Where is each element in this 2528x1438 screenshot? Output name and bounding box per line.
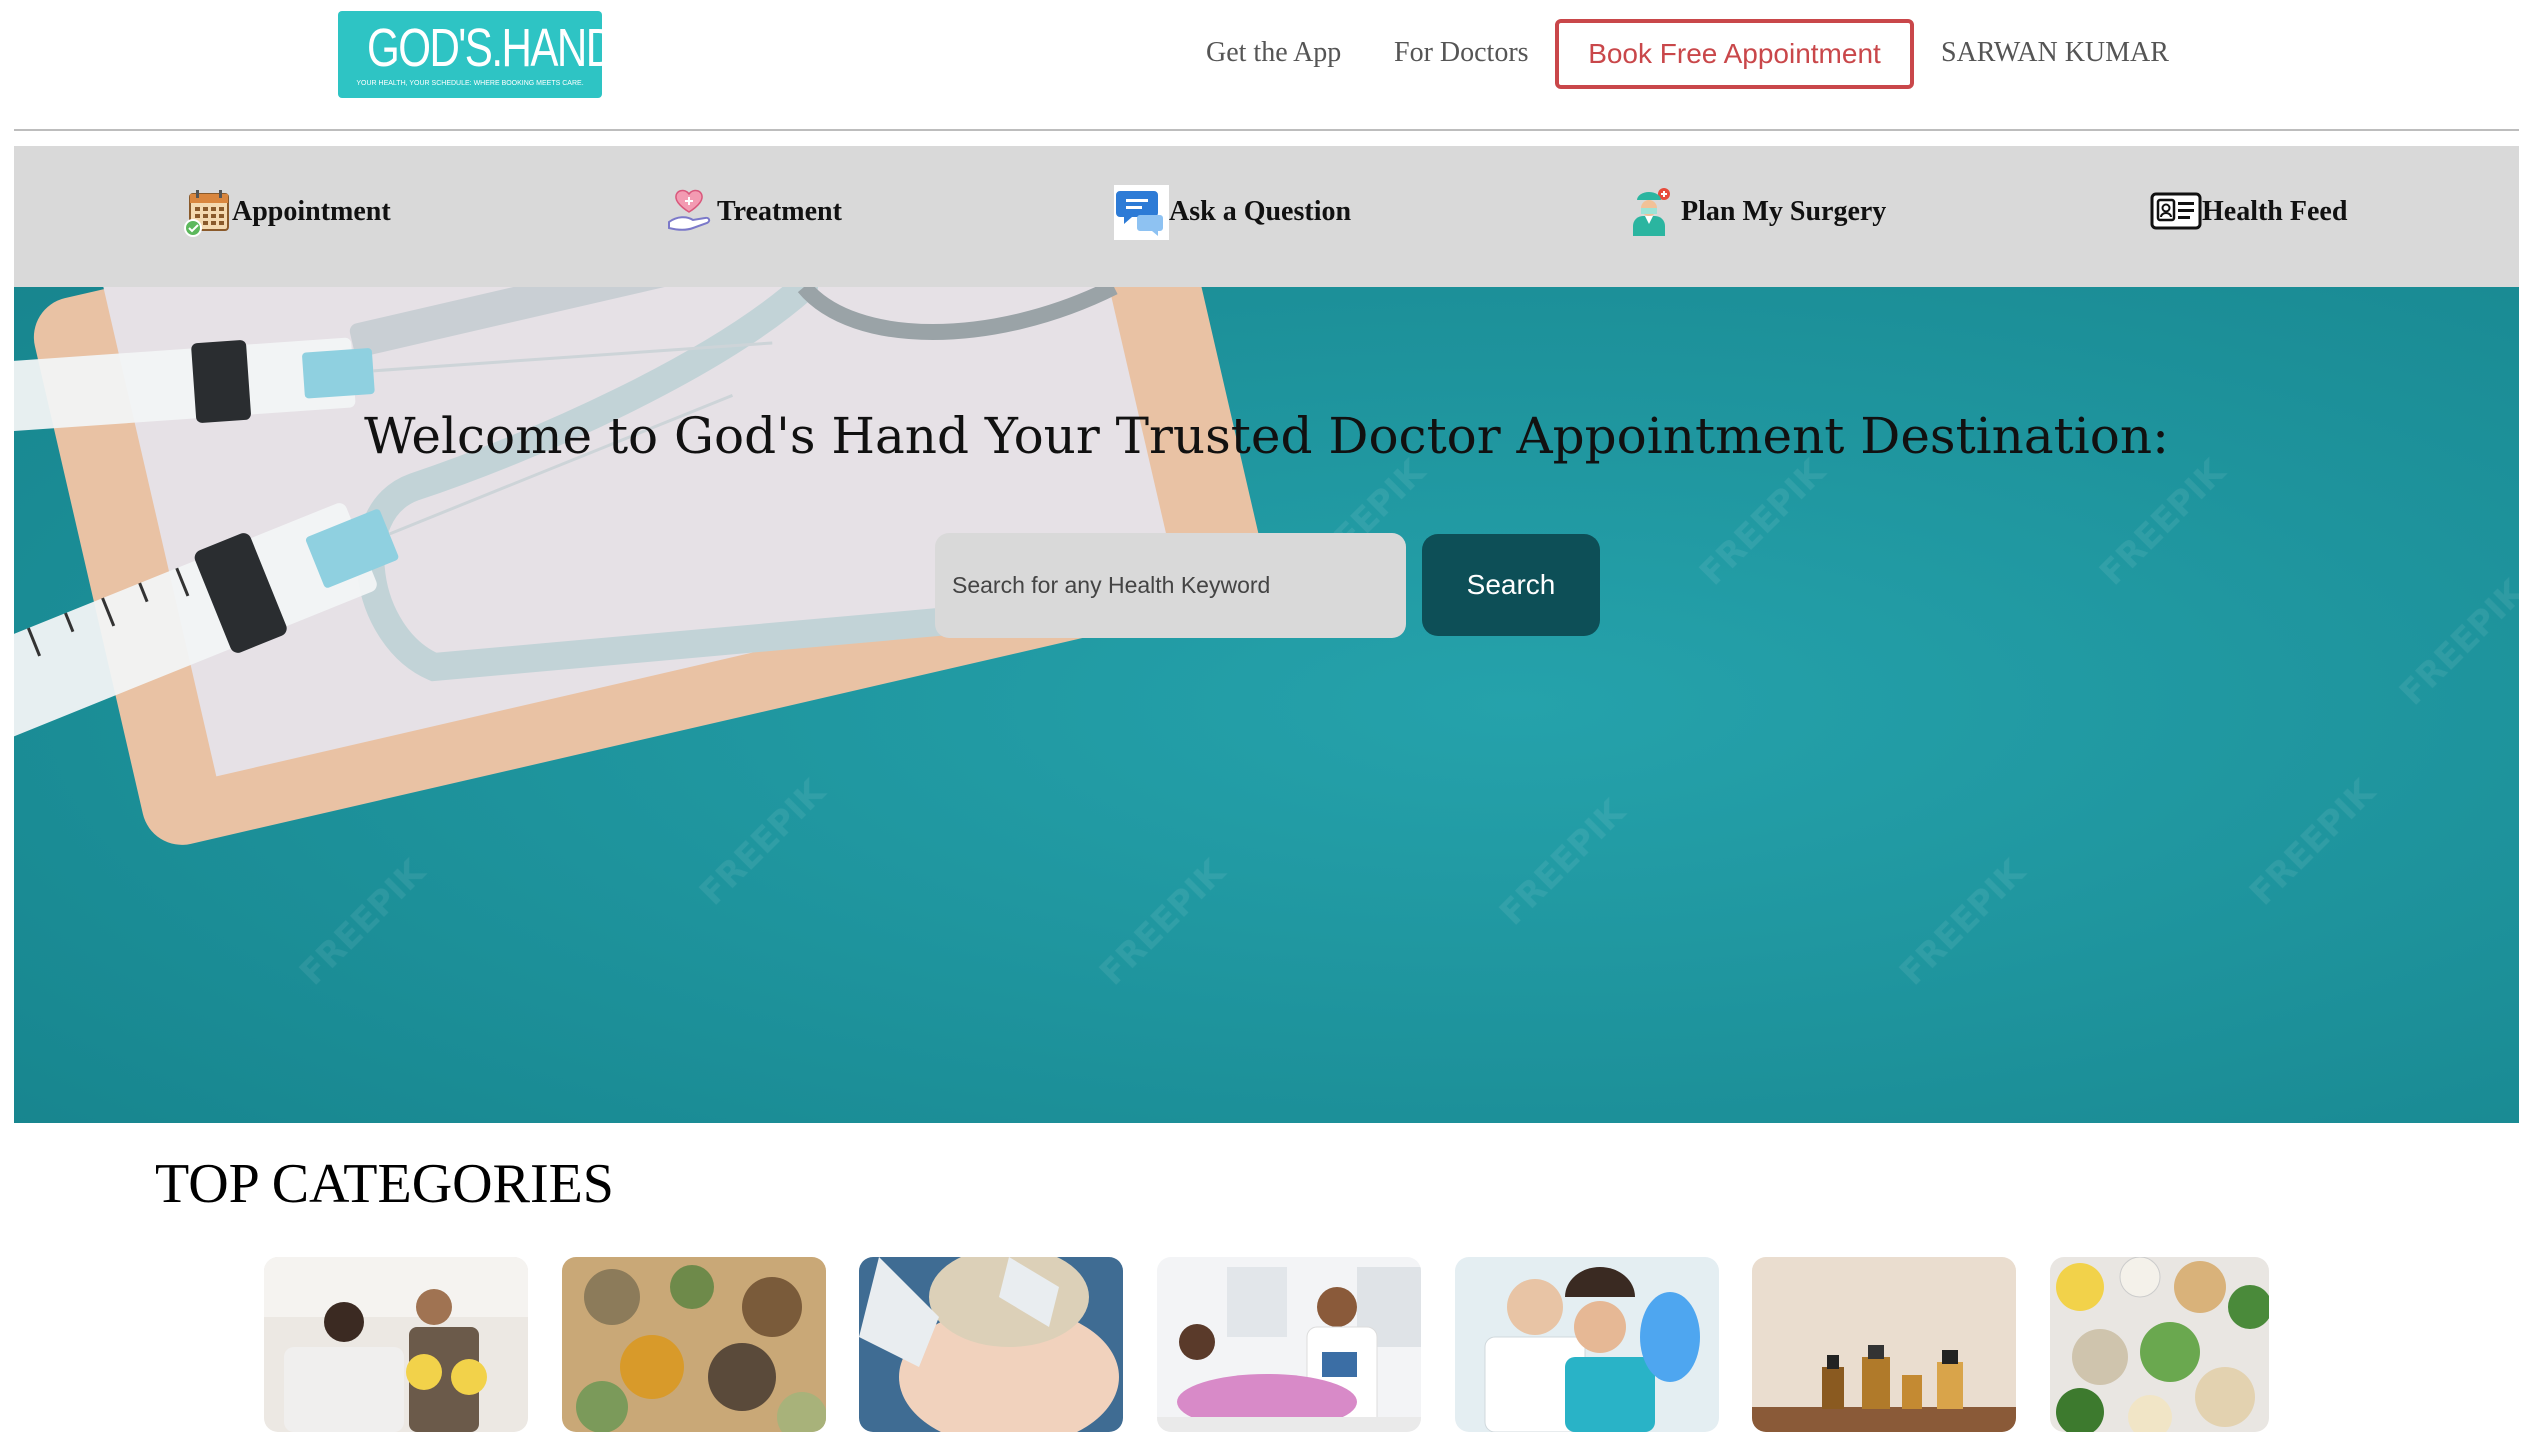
surgeon-icon [1629,186,1673,238]
therapy-session-photo [264,1257,528,1432]
category-bar: Appointment Treatment Ask a Question Pla… [14,146,2519,287]
category-card-essential-oils[interactable] [1752,1257,2016,1432]
essential-oils-photo [1752,1257,2016,1432]
category-label: Ask a Question [1169,196,1352,227]
user-name-link[interactable]: SARWAN KUMAR [1941,33,2169,73]
book-free-appointment-button[interactable]: Book Free Appointment [1555,19,1914,89]
category-label: Plan My Surgery [1681,196,1887,227]
category-card-herbal[interactable] [562,1257,826,1432]
category-health-feed[interactable]: Health Feed [2150,182,2347,242]
herbal-medicine-photo [562,1257,826,1432]
dental-care-photo [1455,1257,1719,1432]
category-card-healthy-food[interactable] [2050,1257,2269,1432]
category-plan-my-surgery[interactable]: Plan My Surgery [1629,182,1886,242]
category-appointment[interactable]: Appointment [184,182,391,242]
hero-banner: FREEPIK FREEPIK FREEPIK FREEPIK FREEPIK … [14,287,2519,1123]
header-divider [14,129,2519,131]
hero-title: Welcome to God's Hand Your Trusted Docto… [364,407,2169,465]
search-input[interactable] [935,533,1406,638]
category-card-pregnancy[interactable] [1157,1257,1421,1432]
category-label: Appointment [232,196,391,227]
calendar-check-icon [184,186,232,238]
heart-hand-icon [665,186,717,238]
category-card-therapy[interactable] [264,1257,528,1432]
id-card-icon [2150,186,2202,238]
category-label: Health Feed [2202,196,2348,227]
dermatology-photo [859,1257,1123,1432]
site-header: GOD'S.HAND YOUR HEALTH, YOUR SCHEDULE: W… [0,0,2528,131]
get-the-app-link[interactable]: Get the App [1206,33,1341,73]
category-treatment[interactable]: Treatment [665,182,842,242]
logo-title: GOD'S.HAND [367,18,602,78]
category-card-dental[interactable] [1455,1257,1719,1432]
top-categories-heading: TOP CATEGORIES [155,1153,614,1215]
for-doctors-link[interactable]: For Doctors [1394,33,1529,73]
gods-hand-logo[interactable]: GOD'S.HAND YOUR HEALTH, YOUR SCHEDULE: W… [338,11,602,98]
search-button[interactable]: Search [1422,534,1600,636]
category-ask-a-question[interactable]: Ask a Question [1114,182,1351,242]
category-card-dermatology[interactable] [859,1257,1123,1432]
pregnancy-checkup-photo [1157,1257,1421,1432]
healthy-food-photo [2050,1257,2269,1432]
logo-tagline: YOUR HEALTH, YOUR SCHEDULE: WHERE BOOKIN… [356,80,584,87]
chat-bubbles-icon [1114,184,1169,240]
category-label: Treatment [717,196,842,227]
